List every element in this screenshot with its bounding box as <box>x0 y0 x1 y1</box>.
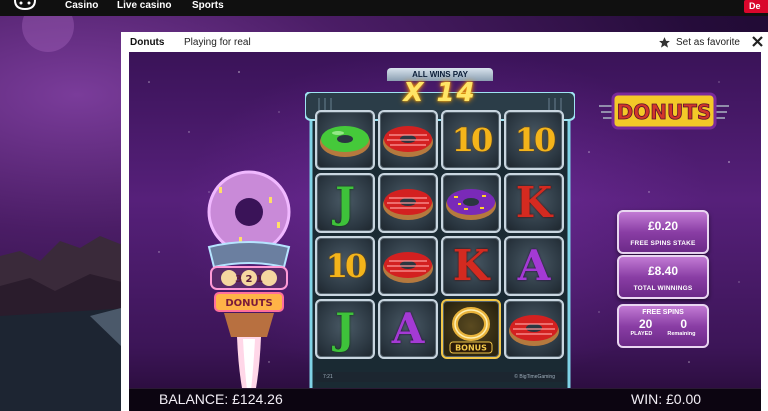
j-symbol: J <box>335 304 355 353</box>
k-symbol: K <box>515 178 553 227</box>
free-spins-counter-panel: FREE SPINS 20 0 PLAYED Remaining <box>617 304 709 348</box>
free-spins-remaining: 0 <box>680 317 687 331</box>
win-display: WIN: £0.00 <box>631 391 702 407</box>
reel-cell: 10 <box>441 110 501 170</box>
reel-cell <box>504 299 564 359</box>
site-logo-icon[interactable] <box>12 0 38 12</box>
j-symbol: J <box>335 178 355 227</box>
donuts-logo: DONUTS <box>599 92 729 130</box>
reel-cell: A <box>504 236 564 296</box>
game-title: Donuts <box>130 37 165 48</box>
red-donut-icon <box>383 126 433 157</box>
total-winnings-value: £8.40 <box>647 264 679 278</box>
ten-symbol: 10 <box>514 121 556 159</box>
game-stage[interactable]: 3 2 1 DONUTS ALL WINS PAY X 14 10 10 J K… <box>129 52 761 411</box>
reel-cell: K <box>441 236 501 296</box>
purple-donut-icon <box>446 189 496 220</box>
rocket-countdown: 3 2 1 <box>235 274 263 285</box>
reel-cell <box>315 110 375 170</box>
reel-cell <box>441 173 501 233</box>
background-landscape <box>0 16 130 411</box>
a-symbol: A <box>517 241 551 290</box>
win-multiplier: X 14 <box>403 78 477 108</box>
reel-cell <box>378 110 438 170</box>
rocket-feature: 3 2 1 DONUTS <box>207 170 291 411</box>
reel-cell: J <box>315 299 375 359</box>
game-window-header: Donuts Playing for real Set as favorite <box>121 32 768 52</box>
set-favorite-button[interactable]: Set as favorite <box>658 35 740 49</box>
red-donut-icon <box>383 252 433 283</box>
reel-footer-strip: 7:21 © BigTimeGaming <box>315 372 565 382</box>
reel-cell: 10 <box>504 110 564 170</box>
nav-sports[interactable]: Sports <box>192 0 224 12</box>
reel-cell: A <box>378 299 438 359</box>
free-spins-played: 20 <box>638 317 653 331</box>
game-clock: 7:21 <box>323 374 333 380</box>
free-spins-stake-label: FREE SPINS STAKE <box>630 240 696 247</box>
total-winnings-label: TOTAL WINNINGS <box>633 285 693 292</box>
a-symbol: A <box>391 304 425 353</box>
top-navigation: Casino Live casino Sports De <box>0 0 768 16</box>
deposit-button[interactable]: De <box>744 0 768 13</box>
k-symbol: K <box>452 241 490 290</box>
bonus-label: BONUS <box>455 344 487 353</box>
reel-cell: 10 <box>315 236 375 296</box>
reel-cell <box>378 236 438 296</box>
free-spins-stake-panel: £0.20 FREE SPINS STAKE <box>617 210 709 254</box>
close-icon[interactable] <box>751 35 764 48</box>
played-label: PLAYED <box>630 331 653 337</box>
reel-grid: 10 10 J K 10 K A J A BONUS <box>315 110 565 360</box>
rocket-label: DONUTS <box>225 298 272 309</box>
balance-display: BALANCE: £124.26 <box>159 391 283 407</box>
free-spins-header: FREE SPINS <box>642 309 684 316</box>
nav-casino[interactable]: Casino <box>65 0 98 12</box>
logo-text: DONUTS <box>617 100 712 124</box>
free-spins-stake-value: £0.20 <box>647 219 679 233</box>
play-mode-label: Playing for real <box>184 37 251 48</box>
reel-cell: K <box>504 173 564 233</box>
reel-cell <box>378 173 438 233</box>
balance-bar: BALANCE: £124.26 WIN: £0.00 <box>129 388 761 411</box>
green-donut-icon <box>320 126 370 157</box>
set-favorite-label: Set as favorite <box>676 36 740 48</box>
red-donut-icon <box>383 189 433 220</box>
star-icon <box>659 36 670 48</box>
nav-live-casino[interactable]: Live casino <box>117 0 171 12</box>
remaining-label: Remaining <box>667 331 696 337</box>
total-winnings-panel: £8.40 TOTAL WINNINGS <box>617 255 709 299</box>
provider-credit: © BigTimeGaming <box>514 374 555 380</box>
bonus-donut-icon: BONUS <box>449 307 493 354</box>
reel-cell-bonus: BONUS <box>441 299 501 359</box>
game-window: Donuts Playing for real Set as favorite <box>121 32 768 411</box>
ten-symbol: 10 <box>451 121 493 159</box>
reel-cell: J <box>315 173 375 233</box>
ten-symbol: 10 <box>325 247 367 285</box>
red-donut-icon <box>509 315 559 346</box>
